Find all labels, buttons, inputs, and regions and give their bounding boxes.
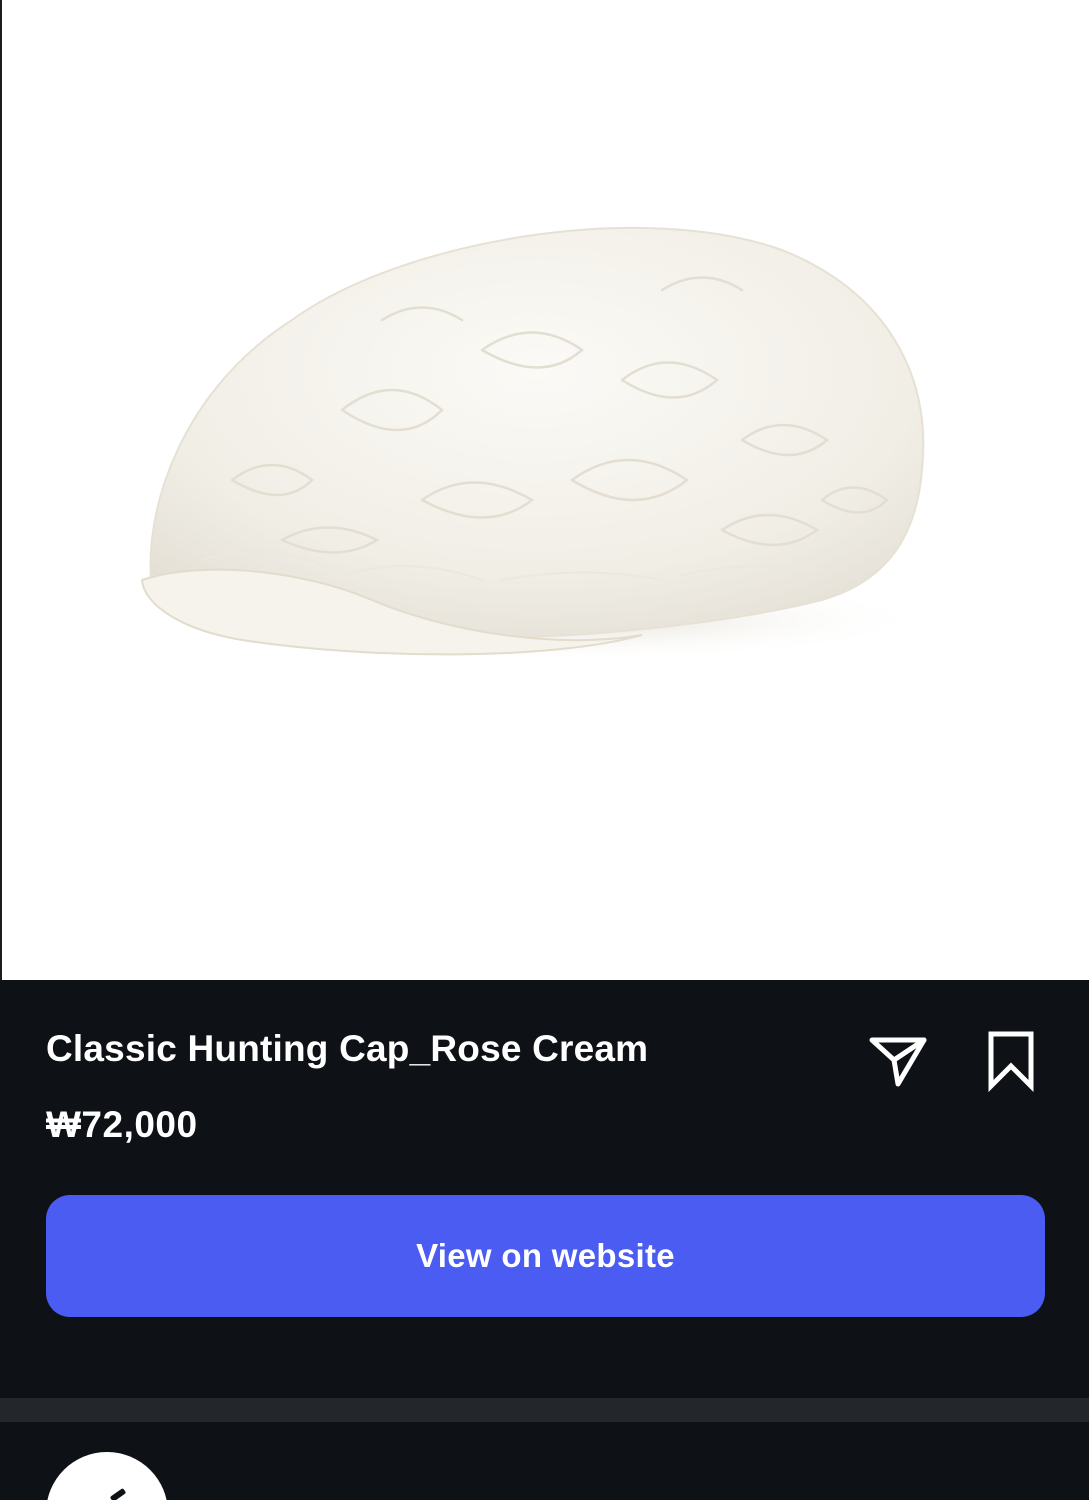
save-button[interactable] — [975, 1024, 1047, 1096]
next-post-section — [0, 1422, 1089, 1500]
paper-plane-icon — [869, 1037, 927, 1087]
view-on-website-button[interactable]: View on website — [46, 1195, 1045, 1317]
section-divider — [0, 1398, 1089, 1422]
product-image-area — [0, 0, 1089, 980]
product-image[interactable] — [122, 180, 952, 670]
product-title: Classic Hunting Cap_Rose Cream — [46, 1028, 649, 1069]
product-price: ₩72,000 — [46, 1104, 198, 1145]
avatar-logo-mark — [109, 1487, 127, 1500]
product-info-panel: Classic Hunting Cap_Rose Cream ₩72,000 V… — [0, 980, 1089, 1398]
bookmark-icon — [988, 1031, 1034, 1092]
avatar[interactable] — [46, 1452, 168, 1500]
share-button[interactable] — [862, 1024, 934, 1096]
